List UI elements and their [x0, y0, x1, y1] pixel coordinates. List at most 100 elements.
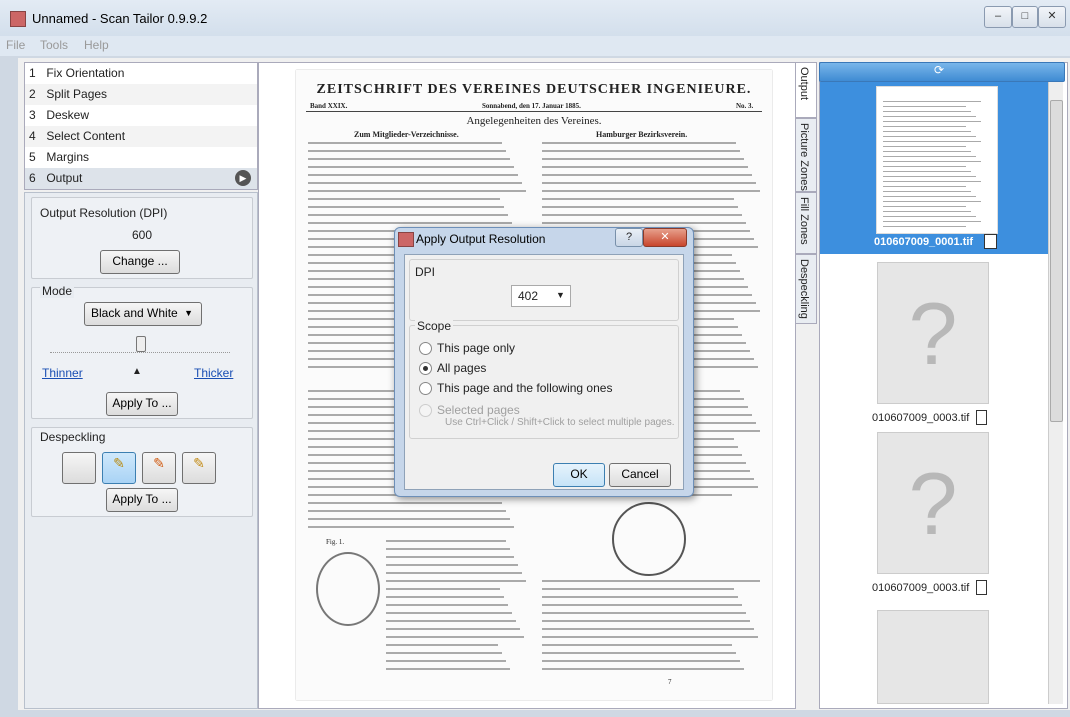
radio-this-page-only[interactable]: [419, 342, 432, 355]
thumbnail-line: [883, 141, 981, 142]
text-line: [308, 510, 506, 512]
text-line: [386, 540, 506, 542]
tab-picture-zones[interactable]: Picture Zones: [795, 118, 817, 192]
despeckle-aggressive-button[interactable]: ✎: [182, 452, 216, 484]
window-title: Unnamed - Scan Tailor 0.9.9.2: [32, 11, 208, 26]
text-line: [542, 660, 740, 662]
stage-margins[interactable]: 5 Margins: [25, 147, 257, 168]
text-line: [386, 668, 510, 670]
close-window-button[interactable]: ✕: [1038, 6, 1066, 28]
stage-split-pages[interactable]: 2 Split Pages: [25, 84, 257, 105]
despeckle-off-button[interactable]: [62, 452, 96, 484]
stage-label: Fix Orientation: [46, 66, 125, 80]
text-line: [542, 182, 756, 184]
text-line: [308, 518, 510, 520]
page-number: 7: [668, 678, 672, 686]
stages-list: 1 Fix Orientation 2 Split Pages 3 Deskew…: [24, 62, 258, 190]
text-line: [542, 190, 760, 192]
thumbnail-line: [883, 176, 976, 177]
menu-help[interactable]: Help: [84, 38, 109, 52]
mode-select[interactable]: Black and White ▼: [84, 302, 202, 326]
thumbnail-line: [883, 136, 976, 137]
thumbnail-scrollbar[interactable]: [1048, 82, 1063, 704]
thumbnail-line: [883, 226, 966, 227]
text-line: [386, 572, 522, 574]
menu-bar: [0, 36, 1070, 56]
thumbnail-image[interactable]: ?: [877, 432, 989, 574]
dialog-body: DPI 402 ▼ Scope This page only All pages…: [404, 254, 684, 490]
mode-title: Mode: [40, 284, 75, 298]
play-icon[interactable]: ▶: [235, 170, 251, 186]
thumbnail-selected[interactable]: 010607009_0001.tif: [820, 82, 1051, 254]
text-line: [542, 174, 752, 176]
resolution-group: Output Resolution (DPI) 600 Change ...: [31, 197, 253, 279]
dialog-close-button[interactable]: ✕: [643, 228, 687, 247]
minimize-button[interactable]: –: [984, 6, 1012, 28]
thumbnail-line: [883, 181, 981, 182]
despeckle-normal-button[interactable]: ✎: [142, 452, 176, 484]
dialog-app-icon: [398, 232, 414, 247]
chevron-down-icon: ▼: [184, 308, 193, 318]
menu-file[interactable]: File: [6, 38, 25, 52]
change-resolution-button[interactable]: Change ...: [100, 250, 180, 274]
radio-this-page-and-following[interactable]: [419, 382, 432, 395]
question-icon: ?: [908, 454, 958, 553]
text-line: [386, 556, 514, 558]
text-line: [308, 190, 526, 192]
options-panel: Output Resolution (DPI) 600 Change ... M…: [24, 192, 258, 709]
thumbnail-label: 010607009_0003.tif: [872, 582, 970, 594]
tab-fill-zones[interactable]: Fill Zones: [795, 192, 817, 254]
thickness-slider-handle[interactable]: [136, 336, 146, 352]
up-arrow-icon: ▲: [132, 366, 142, 377]
cancel-button[interactable]: Cancel: [609, 463, 671, 487]
stage-deskew[interactable]: 3 Deskew: [25, 105, 257, 126]
thumbnail-line: [883, 216, 976, 217]
mode-apply-button[interactable]: Apply To ...: [106, 392, 178, 416]
despeckle-apply-button[interactable]: Apply To ...: [106, 488, 178, 512]
thumbnail-image[interactable]: [877, 610, 989, 704]
tab-despeckling[interactable]: Despeckling: [795, 254, 817, 324]
despeckle-cautious-button[interactable]: ✎: [102, 452, 136, 484]
maximize-button[interactable]: □: [1012, 6, 1038, 28]
thinner-link[interactable]: Thinner: [42, 366, 83, 380]
text-line: [386, 588, 500, 590]
thumbnail-header-bar[interactable]: ⟳: [819, 62, 1065, 82]
stage-number: 4: [29, 129, 36, 143]
text-line: [308, 206, 504, 208]
thumbnail-line: [883, 186, 966, 187]
text-line: [542, 206, 738, 208]
text-line: [386, 604, 508, 606]
figure-caption: Fig. 1.: [326, 538, 345, 546]
column-heading: Zum Mitglieder-Verzeichnisse.: [354, 130, 459, 139]
dpi-group-title: DPI: [415, 265, 436, 279]
radio-selected-pages[interactable]: [419, 404, 432, 417]
stage-label: Margins: [46, 150, 90, 164]
radio-all-pages[interactable]: [419, 362, 432, 375]
dialog-help-button[interactable]: ?: [615, 228, 643, 247]
scrollbar-thumb[interactable]: [1050, 100, 1063, 422]
text-line: [542, 142, 736, 144]
text-line: [386, 636, 524, 638]
text-line: [542, 604, 742, 606]
stage-fix-orientation[interactable]: 1 Fix Orientation: [25, 63, 257, 84]
stage-select-content[interactable]: 4 Select Content: [25, 126, 257, 147]
stage-output[interactable]: 6 Output: [25, 168, 257, 189]
tab-label: Output: [798, 67, 810, 101]
text-line: [542, 214, 742, 216]
stage-label: Split Pages: [46, 87, 108, 101]
dpi-select[interactable]: 402 ▼: [511, 285, 571, 307]
thumbnail-line: [883, 131, 971, 132]
ok-button[interactable]: OK: [553, 463, 605, 487]
option-label: This page only: [437, 341, 516, 355]
text-line: [542, 596, 738, 598]
tab-output[interactable]: Output: [795, 62, 817, 118]
menu-tools[interactable]: Tools: [40, 38, 68, 52]
thumbnail-image[interactable]: ?: [877, 262, 989, 404]
text-line: [308, 182, 522, 184]
thumbnail-label: 010607009_0001.tif: [874, 236, 974, 248]
stage-number: 6: [29, 171, 36, 185]
text-line: [386, 620, 516, 622]
thumbnail-line: [883, 161, 981, 162]
text-line: [308, 150, 506, 152]
thicker-link[interactable]: Thicker: [194, 366, 233, 380]
